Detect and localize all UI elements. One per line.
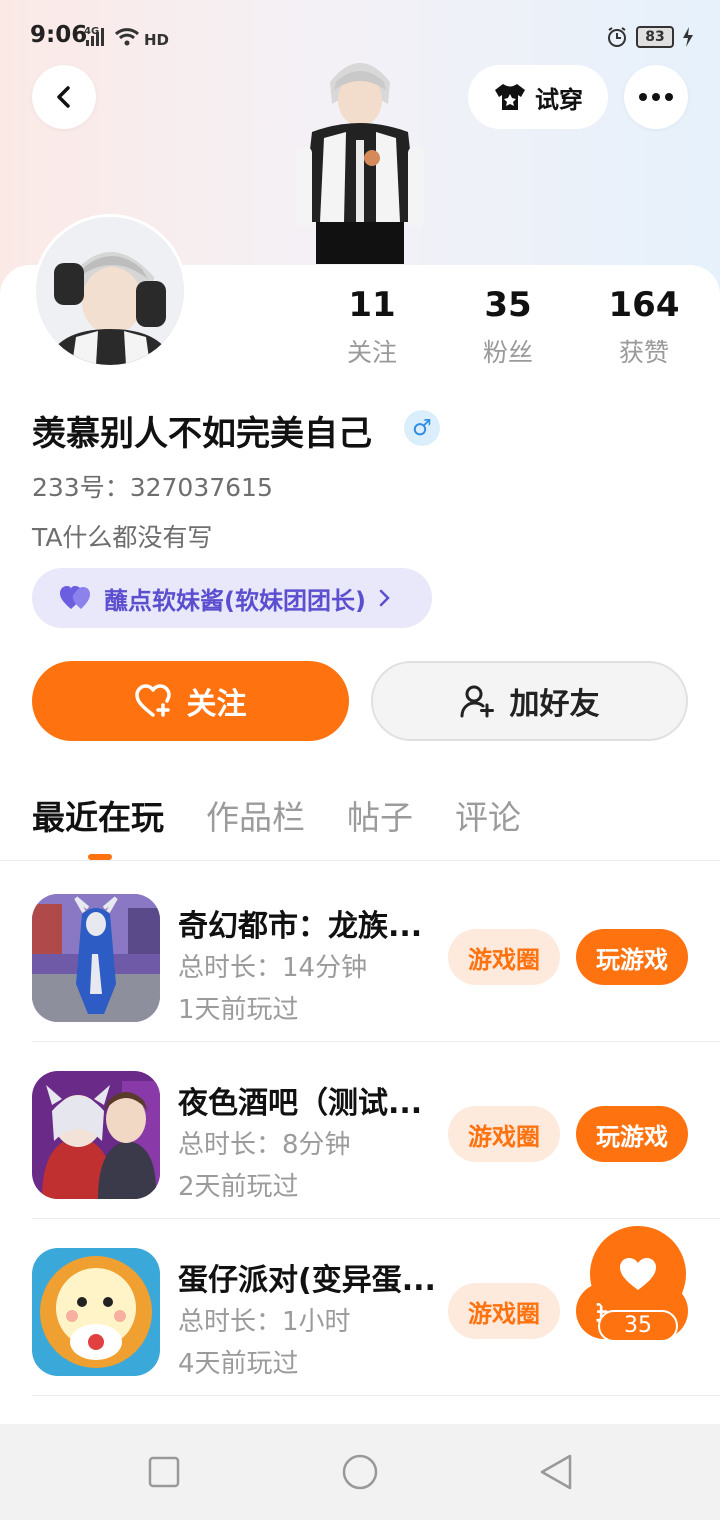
- svg-text:HD: HD: [144, 31, 169, 49]
- game-circle-button[interactable]: 游戏圈: [448, 929, 560, 985]
- try-on-button[interactable]: 试穿: [468, 65, 608, 129]
- home-circle-icon[interactable]: [341, 1453, 379, 1491]
- tab-works[interactable]: 作品栏: [206, 795, 305, 845]
- battery-level: 83: [645, 29, 665, 45]
- try-on-label: 试穿: [535, 85, 583, 114]
- battery-indicator: 83: [636, 26, 674, 48]
- add-friend-button[interactable]: 加好友: [371, 661, 688, 741]
- add-friend-label: 加好友: [509, 687, 600, 722]
- game-last-played: 2天前玩过: [178, 1172, 299, 1202]
- game-icon: [32, 1248, 160, 1376]
- chevron-right-icon: [379, 589, 390, 607]
- game-thumbnail-fantasy-city: [32, 894, 160, 1022]
- stat-fans-count: 35: [484, 285, 532, 325]
- stat-following[interactable]: 11 关注: [307, 285, 437, 369]
- stat-fans[interactable]: 35 粉丝: [443, 285, 573, 369]
- game-duration: 总时长：8分钟: [178, 1130, 351, 1160]
- profile-tabs: 最近在玩 作品栏 帖子 评论: [32, 795, 563, 845]
- tshirt-icon: [495, 84, 525, 110]
- tab-comments[interactable]: 评论: [455, 795, 521, 845]
- like-count: 35: [598, 1310, 678, 1342]
- game-duration: 总时长：1小时: [178, 1307, 351, 1337]
- tab-recently-played[interactable]: 最近在玩: [32, 795, 164, 845]
- game-circle-button[interactable]: 游戏圈: [448, 1106, 560, 1162]
- status-right: 83: [606, 22, 694, 52]
- alarm-icon: [608, 27, 626, 47]
- follow-button[interactable]: 关注: [32, 661, 349, 741]
- game-circle-button[interactable]: 游戏圈: [448, 1283, 560, 1339]
- avatar-3d-figure: [296, 63, 424, 264]
- heart-plus-icon: [134, 684, 171, 717]
- game-last-played: 1天前玩过: [178, 995, 299, 1025]
- username: 羡慕别人不如完美自己: [32, 414, 372, 454]
- game-title: 夜色酒吧（测试...: [178, 1086, 423, 1121]
- back-triangle-icon[interactable]: [538, 1453, 574, 1491]
- game-icon: [32, 1071, 160, 1199]
- stat-likes-count: 164: [608, 285, 680, 325]
- game-row[interactable]: 奇幻都市：龙族... 总时长：14分钟 1天前玩过 游戏圈 玩游戏: [32, 865, 720, 1042]
- play-game-button[interactable]: 玩游戏: [576, 1106, 688, 1162]
- double-heart-icon: [60, 586, 90, 609]
- floating-like-bubble: [590, 1226, 686, 1322]
- game-duration: 总时长：14分钟: [178, 953, 368, 983]
- game-title: 蛋仔派对(变异蛋...: [178, 1263, 436, 1298]
- game-last-played: 4天前玩过: [178, 1349, 299, 1379]
- back-button[interactable]: [32, 65, 96, 129]
- game-thumbnail-night-bar: [32, 1071, 160, 1199]
- avatar-portrait: [36, 217, 184, 365]
- stat-likes-label: 获赞: [618, 338, 669, 367]
- game-row[interactable]: 夜色酒吧（测试... 总时长：8分钟 2天前玩过 游戏圈 玩游戏: [32, 1042, 720, 1219]
- more-options-button[interactable]: [624, 65, 688, 129]
- recents-square-icon[interactable]: [148, 1456, 180, 1488]
- avatar[interactable]: [33, 214, 187, 368]
- game-title: 奇幻都市：龙族...: [178, 909, 423, 944]
- game-thumbnail-egg-party: [32, 1248, 160, 1376]
- play-game-button[interactable]: 玩游戏: [576, 929, 688, 985]
- stat-fans-label: 粉丝: [482, 338, 533, 367]
- stat-likes[interactable]: 164 获赞: [579, 285, 709, 369]
- floating-like-button[interactable]: 35: [590, 1226, 686, 1344]
- system-navigation-bar: [0, 1424, 720, 1520]
- charging-icon: [683, 27, 693, 47]
- user-bio: TA什么都没有写: [32, 523, 213, 552]
- chevron-left-icon: [57, 86, 70, 108]
- group-badge-label: 蘸点软妹酱(软妹团团长): [104, 586, 366, 615]
- group-badge-pill[interactable]: 蘸点软妹酱(软妹团团长): [32, 568, 432, 628]
- add-user-icon: [460, 685, 494, 718]
- stat-following-count: 11: [348, 285, 396, 325]
- user-id: 233号：327037615: [32, 473, 273, 502]
- stat-following-label: 关注: [346, 338, 397, 367]
- follow-label: 关注: [186, 687, 247, 722]
- network-signal-icon: 4G HD: [84, 26, 169, 49]
- tab-divider: [0, 860, 720, 861]
- male-gender-icon: ♂: [404, 410, 440, 446]
- heart-icon: [620, 1258, 656, 1290]
- game-icon: [32, 894, 160, 1022]
- tab-posts[interactable]: 帖子: [347, 795, 413, 845]
- status-time: 9:06: [30, 22, 88, 48]
- more-dots-icon: [639, 93, 673, 101]
